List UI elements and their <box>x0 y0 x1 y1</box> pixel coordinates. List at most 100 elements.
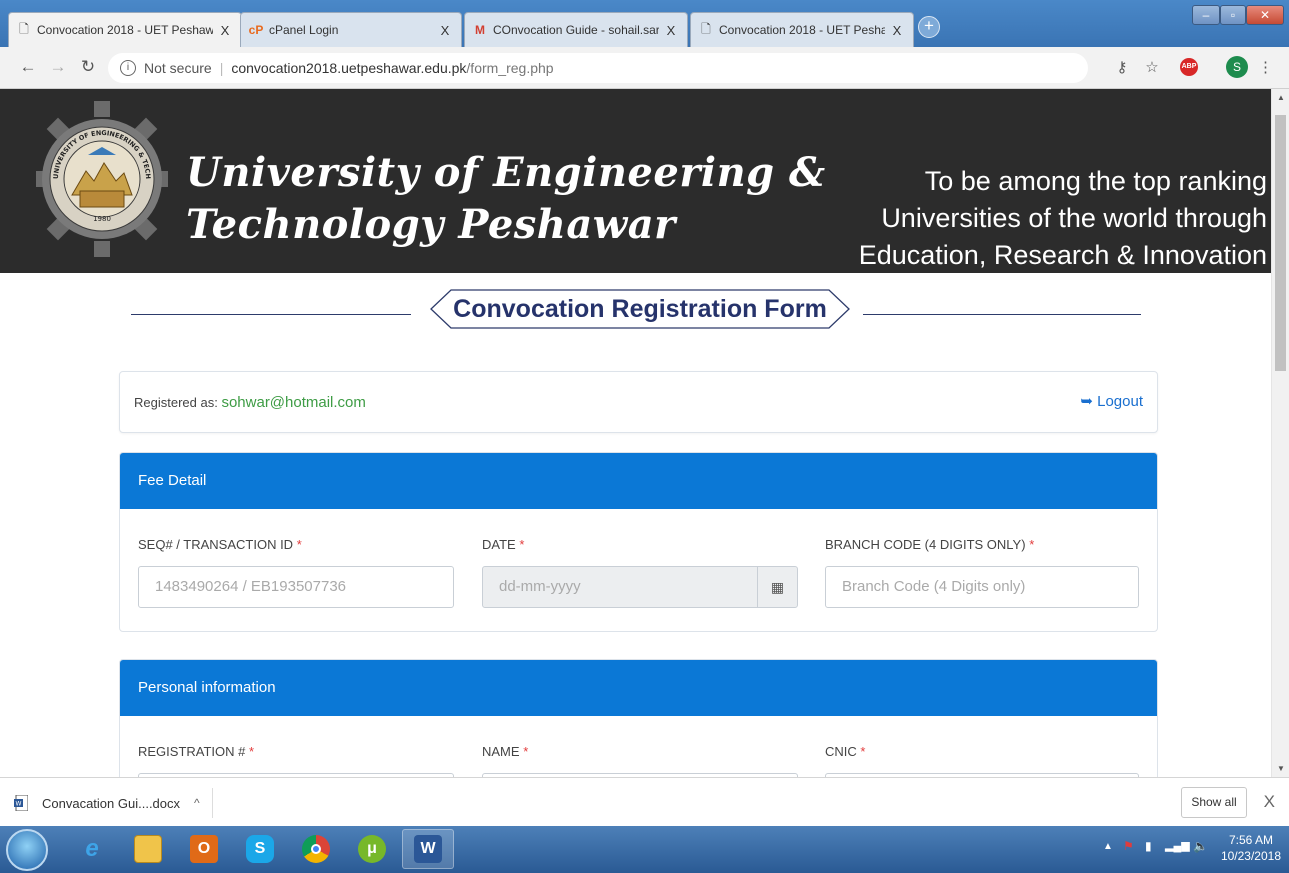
tab-cpanel-login[interactable]: cP cPanel Login X <box>240 12 462 47</box>
registered-as-label: Registered as: <box>134 395 218 410</box>
university-name-line2: Technology Peshawar <box>186 201 676 248</box>
fee-detail-heading: Fee Detail <box>120 453 1157 509</box>
gmail-icon: M <box>475 23 485 37</box>
registered-user-card: Registered as: sohwar@hotmail.com ➥ Logo… <box>119 371 1158 433</box>
profile-avatar[interactable]: S <box>1226 56 1248 78</box>
tab-close-icon[interactable]: X <box>889 23 905 38</box>
tab-title: Convocation 2018 - UET Peshaw <box>719 23 885 37</box>
outlook-icon[interactable]: O <box>178 829 230 869</box>
tab-close-icon[interactable]: X <box>437 23 453 38</box>
registration-number-label: REGISTRATION # * <box>138 744 255 759</box>
scrollbar-thumb[interactable] <box>1275 115 1286 371</box>
page-icon: 🗋 <box>701 21 711 36</box>
date-input[interactable]: dd-mm-yyyy ▦ <box>482 566 798 608</box>
address-separator: | <box>219 60 224 76</box>
browser-tab-strip: 🗋 Convocation 2018 - UET Peshaw X cP cPa… <box>0 0 1289 47</box>
tab-title: COnvocation Guide - sohail.sarw <box>493 23 659 37</box>
tab-close-icon[interactable]: X <box>217 23 233 38</box>
page-scrollbar[interactable]: ▲ ▼ <box>1271 89 1289 777</box>
transaction-id-input[interactable]: 1483490264 / EB193507736 <box>138 566 454 608</box>
calendar-icon[interactable]: ▦ <box>757 567 797 607</box>
maximize-button[interactable]: ▫ <box>1220 5 1246 25</box>
form-title-section: Convocation Registration Form <box>131 287 1141 332</box>
tab-convocation-2018[interactable]: 🗋 Convocation 2018 - UET Peshaw X <box>8 12 242 47</box>
registered-email: sohwar@hotmail.com <box>221 394 366 411</box>
page-icon: 🗋 <box>19 21 29 36</box>
form-title: Convocation Registration Form <box>429 289 851 329</box>
title-divider-right <box>863 314 1141 315</box>
logout-icon: ➥ <box>1080 393 1093 410</box>
svg-text:1980: 1980 <box>93 215 111 223</box>
close-icon[interactable]: X <box>1264 792 1275 812</box>
url-path: /form_reg.php <box>466 60 554 76</box>
file-explorer-icon[interactable] <box>122 829 174 869</box>
adblock-icon[interactable]: ABP <box>1180 58 1198 76</box>
security-label: Not secure <box>144 60 212 76</box>
personal-information-heading: Personal information <box>120 660 1157 716</box>
word-document-icon: W <box>14 795 28 811</box>
windows-taskbar: e O S μ W ▲ ⚑ ▮ ▂▄▆ 🔈 7:56 AM 10/23/2018 <box>0 826 1289 873</box>
university-name: University of Engineering & Technology P… <box>186 147 826 251</box>
page-viewport: UNIVERSITY OF ENGINEERING & TECHNOLOGY P… <box>0 89 1289 777</box>
university-seal-icon: UNIVERSITY OF ENGINEERING & TECHNOLOGY P… <box>36 97 168 257</box>
tab-convocation-2018-b[interactable]: 🗋 Convocation 2018 - UET Peshaw X <box>690 12 914 47</box>
logout-label: Logout <box>1097 393 1143 410</box>
forward-arrow-icon[interactable]: → <box>48 57 68 77</box>
power-icon[interactable]: ▮ <box>1145 839 1152 853</box>
skype-icon[interactable]: S <box>234 829 286 869</box>
svg-text:W: W <box>16 801 22 808</box>
key-icon[interactable]: ⚷ <box>1112 58 1132 78</box>
clock-time: 7:56 AM <box>1228 833 1273 847</box>
university-motto: To be among the top ranking Universities… <box>807 163 1267 274</box>
transaction-id-label: SEQ# / TRANSACTION ID * <box>138 537 302 552</box>
reload-icon[interactable]: ↻ <box>78 57 98 77</box>
word-icon[interactable]: W <box>402 829 454 869</box>
minimize-button[interactable]: – <box>1192 5 1220 25</box>
window-close-button[interactable]: ✕ <box>1246 5 1284 25</box>
browser-toolbar: ← → ↻ i Not secure | convocation2018.uet… <box>0 47 1289 89</box>
cpanel-icon: cP <box>248 23 264 37</box>
chevron-up-icon[interactable]: ^ <box>194 796 200 810</box>
url-host: convocation2018.uetpeshawar.edu.pk <box>231 60 467 76</box>
back-arrow-icon[interactable]: ← <box>18 57 38 77</box>
internet-explorer-icon[interactable]: e <box>66 829 118 869</box>
chrome-icon[interactable] <box>290 829 342 869</box>
system-tray: ▲ ⚑ ▮ ▂▄▆ 🔈 7:56 AM 10/23/2018 <box>1089 826 1289 873</box>
clock[interactable]: 7:56 AM 10/23/2018 <box>1221 832 1281 864</box>
download-item[interactable]: W Convacation Gui....docx ^ <box>14 788 213 818</box>
branch-code-input[interactable]: Branch Code (4 Digits only) <box>825 566 1139 608</box>
start-button[interactable] <box>6 829 48 871</box>
scroll-up-icon[interactable]: ▲ <box>1272 93 1289 102</box>
bookmark-star-icon[interactable]: ☆ <box>1142 58 1162 78</box>
scroll-down-icon[interactable]: ▼ <box>1272 764 1289 773</box>
tab-close-icon[interactable]: X <box>663 23 679 38</box>
tab-convocation-guide[interactable]: M COnvocation Guide - sohail.sarw X <box>464 12 688 47</box>
motto-line2: Universities of the world through <box>881 203 1267 233</box>
info-icon[interactable]: i <box>120 60 136 76</box>
clock-date: 10/23/2018 <box>1220 849 1281 863</box>
download-shelf: W Convacation Gui....docx ^ Show all X <box>0 777 1289 826</box>
volume-icon[interactable]: 🔈 <box>1193 839 1208 853</box>
branch-code-label: BRANCH CODE (4 DIGITS ONLY) * <box>825 537 1035 552</box>
university-banner: UNIVERSITY OF ENGINEERING & TECHNOLOGY P… <box>0 89 1271 273</box>
title-divider-left <box>131 314 411 315</box>
utorrent-icon[interactable]: μ <box>346 829 398 869</box>
motto-line1: To be among the top ranking <box>924 166 1267 196</box>
motto-line3: Education, Research & Innovation <box>858 240 1267 270</box>
form-title-text: Convocation Registration Form <box>453 294 827 323</box>
network-icon[interactable]: ▂▄▆ <box>1165 839 1190 852</box>
new-tab-button[interactable]: + <box>918 16 940 38</box>
address-bar[interactable]: i Not secure | convocation2018.uetpeshaw… <box>108 53 1088 83</box>
menu-dots-icon[interactable]: ⋮ <box>1258 58 1273 78</box>
download-filename: Convacation Gui....docx <box>42 795 181 811</box>
registered-as: Registered as: sohwar@hotmail.com <box>134 394 366 411</box>
tab-title: cPanel Login <box>269 23 339 37</box>
action-center-icon[interactable]: ⚑ <box>1123 839 1134 853</box>
date-label: DATE * <box>482 537 525 552</box>
logout-link[interactable]: ➥ Logout <box>1080 392 1143 410</box>
show-all-button[interactable]: Show all <box>1181 787 1247 818</box>
cnic-label: CNIC * <box>825 744 866 759</box>
personal-information-panel: Personal information REGISTRATION # * NA… <box>119 659 1158 777</box>
tray-expand-icon[interactable]: ▲ <box>1103 841 1113 852</box>
name-label: NAME * <box>482 744 529 759</box>
